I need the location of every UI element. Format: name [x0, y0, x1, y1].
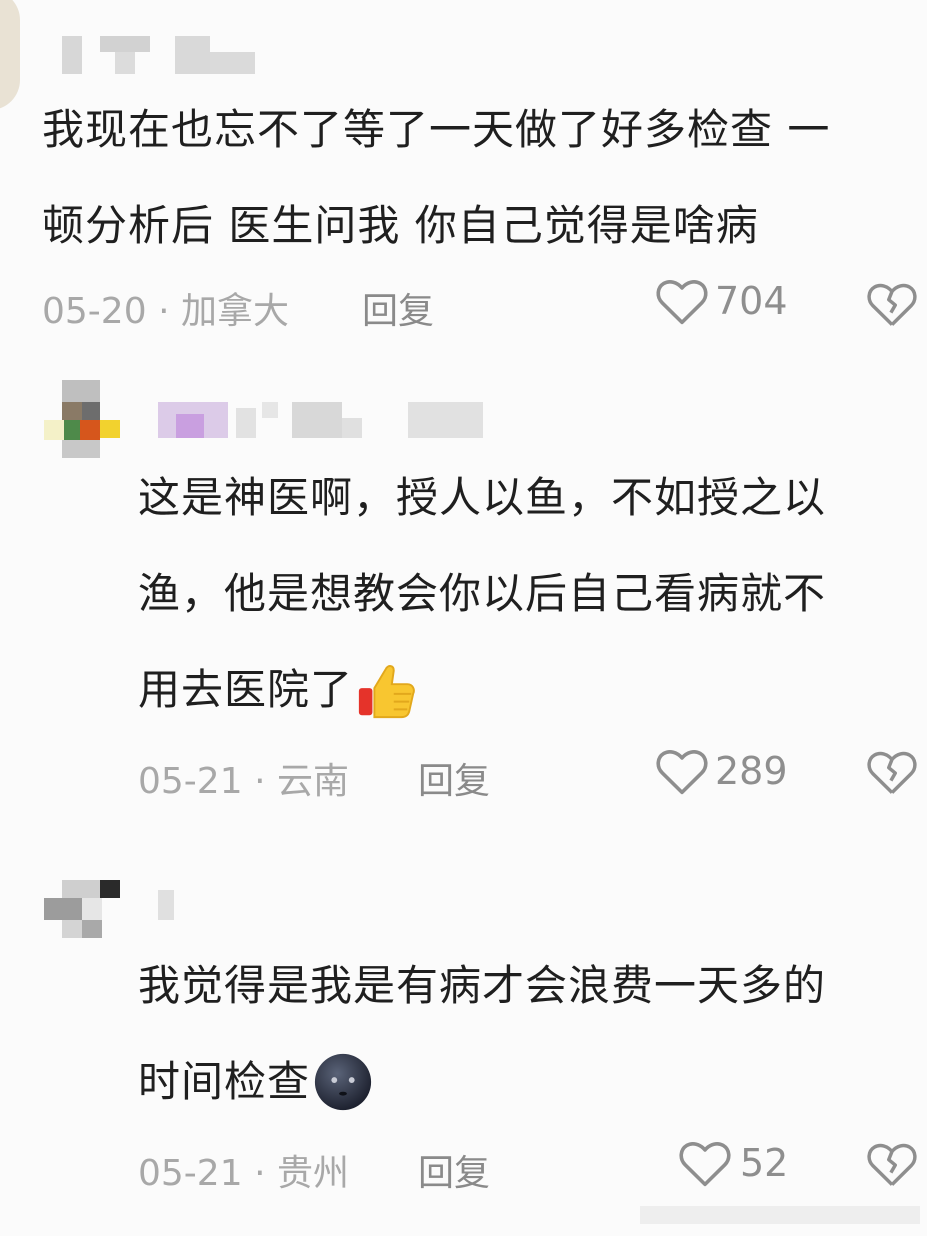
dark-face-icon — [312, 1051, 374, 1113]
comment-date: 05-21 — [138, 761, 243, 802]
reply-button[interactable]: 回复 — [418, 1144, 490, 1196]
comment-meta: 05-21 · 云南 — [138, 752, 349, 804]
comment-date: 05-20 — [42, 291, 147, 332]
comment-meta: 05-20 · 加拿大 — [42, 282, 289, 334]
comment-location: 加拿大 — [180, 291, 289, 332]
dislike-button[interactable] — [866, 280, 918, 328]
comment-text-line: 顿分析后 医生问我 你自己觉得是啥病 — [42, 201, 759, 250]
comment-text-line: 我觉得是我是有病才会浪费一天多的 — [138, 961, 827, 1010]
comment-text-line: 渔，他是想教会你以后自己看病就不 — [138, 569, 827, 618]
broken-heart-icon — [866, 280, 918, 328]
comment-text-line: 这是神医啊，授人以鱼，不如授之以 — [138, 473, 827, 522]
like-button[interactable]: 704 — [655, 276, 788, 326]
comment-text: 用去医院了 — [138, 665, 354, 714]
dislike-button[interactable] — [866, 1140, 918, 1188]
meta-separator: · — [254, 1153, 266, 1194]
heart-icon — [655, 746, 709, 796]
comment-text-line: 我现在也忘不了等了一天做了好多检查 一 — [42, 105, 831, 154]
like-count: 289 — [715, 749, 788, 793]
avatar[interactable] — [0, 0, 20, 110]
like-count: 704 — [715, 279, 788, 323]
reply-button[interactable]: 回复 — [362, 282, 434, 334]
meta-separator: · — [158, 291, 170, 332]
like-count: 52 — [740, 1141, 789, 1185]
heart-icon — [678, 1138, 732, 1188]
like-button[interactable]: 289 — [655, 746, 788, 796]
heart-icon — [655, 276, 709, 326]
broken-heart-icon — [866, 748, 918, 796]
broken-heart-icon — [866, 1140, 918, 1188]
thumbs-up-icon — [355, 659, 417, 721]
reply-button[interactable]: 回复 — [418, 752, 490, 804]
comment-location: 贵州 — [276, 1153, 349, 1194]
comment-meta: 05-21 · 贵州 — [138, 1144, 349, 1196]
comment-text: 时间检查 — [138, 1057, 311, 1106]
watermark-blur — [640, 1206, 920, 1224]
meta-separator: · — [254, 761, 266, 802]
comment-date: 05-21 — [138, 1153, 243, 1194]
like-button[interactable]: 52 — [678, 1138, 788, 1188]
dislike-button[interactable] — [866, 748, 918, 796]
comment-text-line: 时间检查 — [138, 1034, 374, 1130]
comment-text-line: 用去医院了 — [138, 642, 417, 738]
comment-location: 云南 — [276, 761, 349, 802]
